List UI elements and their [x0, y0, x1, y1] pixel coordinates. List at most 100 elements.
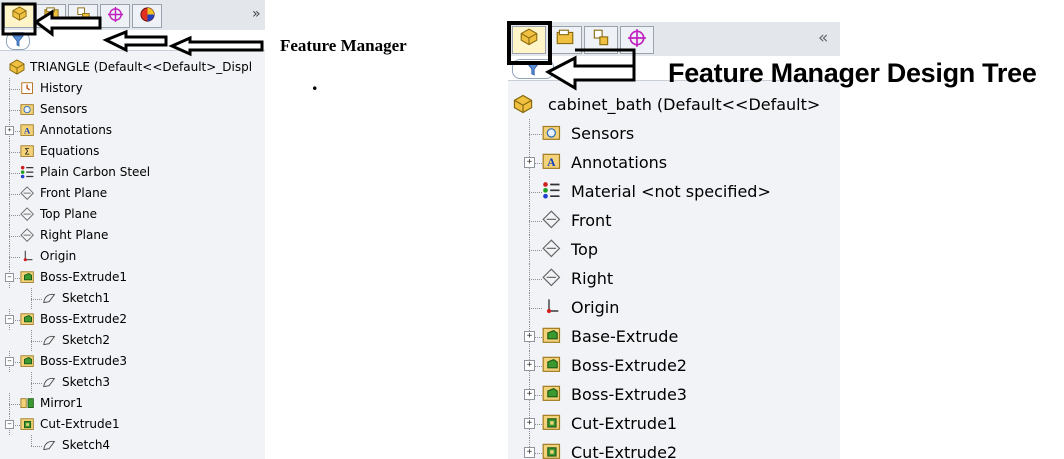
- filter-button[interactable]: [6, 32, 30, 50]
- tree-connector: [529, 250, 542, 251]
- tree-item[interactable]: + Cut-Extrude2: [508, 438, 840, 459]
- tree-item[interactable]: Top: [508, 235, 840, 264]
- expand-toggle[interactable]: +: [524, 360, 535, 371]
- tree-item[interactable]: + Boss-Extrude3: [508, 380, 840, 409]
- tree-item[interactable]: + A Annotations: [508, 148, 840, 177]
- tree-item[interactable]: Plain Carbon Steel: [0, 162, 265, 183]
- sensors-icon: [542, 123, 563, 144]
- tree-item[interactable]: Top Plane: [0, 204, 265, 225]
- tab-overflow-button[interactable]: »: [252, 6, 261, 22]
- tree-item[interactable]: Sketch1: [0, 288, 265, 309]
- mirror-icon: [20, 396, 36, 412]
- cut-extrude-icon: [542, 413, 563, 434]
- tree-item-label: Sketch4: [62, 438, 111, 452]
- tree-connector: [529, 279, 542, 280]
- tree-connector: [9, 225, 10, 246]
- extrude-icon: [20, 354, 36, 370]
- tree-item[interactable]: Front Plane: [0, 183, 265, 204]
- tree-connector: [529, 192, 542, 193]
- tab-featuremanager[interactable]: [4, 4, 34, 28]
- tree-item[interactable]: Sketch3: [0, 372, 265, 393]
- tree-connector: [9, 236, 20, 237]
- tree-item[interactable]: Sensors: [508, 119, 840, 148]
- tree-item-label: Top: [571, 240, 598, 259]
- tree-item[interactable]: Origin: [0, 246, 265, 267]
- tab-dimxpert[interactable]: [620, 26, 654, 54]
- part-icon: [512, 94, 534, 114]
- collapse-toggle[interactable]: −: [5, 357, 14, 366]
- tree-connector: [9, 152, 20, 153]
- tree-item-label: Equations: [40, 144, 100, 158]
- expand-toggle[interactable]: +: [524, 389, 535, 400]
- tree-item[interactable]: − Boss-Extrude1: [0, 267, 265, 288]
- plane-icon: [542, 268, 563, 289]
- tree-item[interactable]: + A Annotations: [0, 120, 265, 141]
- tree-item[interactable]: History: [0, 78, 265, 99]
- tree-item-label: Cut-Extrude1: [40, 417, 120, 431]
- configurationmanager-tab-icon: [591, 28, 611, 52]
- tree-item[interactable]: Material <not specified>: [508, 177, 840, 206]
- tree-item-label: Sensors: [40, 102, 88, 116]
- extrude-icon: [542, 326, 563, 347]
- tree-connector: [9, 173, 20, 174]
- expand-toggle[interactable]: +: [524, 157, 535, 168]
- tree-connector: [529, 119, 530, 148]
- tree-item[interactable]: Right: [508, 264, 840, 293]
- tree-connector: [31, 299, 42, 300]
- material-icon: [542, 181, 563, 202]
- tree-item[interactable]: + Base-Extrude: [508, 322, 840, 351]
- tree-item[interactable]: − Cut-Extrude1: [0, 414, 265, 435]
- tree-connector: [9, 89, 20, 90]
- expand-toggle[interactable]: +: [5, 126, 14, 135]
- plane-icon: [20, 207, 36, 223]
- tree-connector: [31, 446, 42, 447]
- tree-item-label: Annotations: [571, 153, 668, 172]
- tree-item-label: Boss-Extrude3: [571, 385, 687, 404]
- tree-item[interactable]: − Boss-Extrude3: [0, 351, 265, 372]
- tree-item-label: Cut-Extrude2: [571, 443, 678, 459]
- tab-featuremanager[interactable]: [512, 26, 546, 54]
- tree-item-label: Front Plane: [40, 186, 108, 200]
- tab-propertymanager[interactable]: [36, 4, 66, 28]
- expand-toggle[interactable]: +: [524, 447, 535, 458]
- tree-item[interactable]: Σ Equations: [0, 141, 265, 162]
- tree-item[interactable]: Sketch2: [0, 330, 265, 351]
- expand-toggle[interactable]: +: [524, 331, 535, 342]
- tree-item-label: Boss-Extrude2: [40, 312, 127, 326]
- tree-item-label: Material <not specified>: [571, 182, 771, 201]
- tree-item[interactable]: Sketch4: [0, 435, 265, 456]
- tree-item[interactable]: Right Plane: [0, 225, 265, 246]
- tree-item[interactable]: Sensors: [0, 99, 265, 120]
- caption-feature-manager: Feature Manager: [280, 36, 407, 55]
- tree-item[interactable]: + Boss-Extrude2: [508, 351, 840, 380]
- tree-item[interactable]: Front: [508, 206, 840, 235]
- tree-item[interactable]: Mirror1: [0, 393, 265, 414]
- tree-connector: [31, 383, 42, 384]
- part-icon: [8, 59, 26, 75]
- extrude-icon: [20, 312, 36, 328]
- equations-icon: Σ: [20, 144, 36, 160]
- tree-item[interactable]: + Cut-Extrude1: [508, 409, 840, 438]
- tab-configurationmanager[interactable]: [68, 4, 98, 28]
- collapse-toggle[interactable]: −: [5, 273, 14, 282]
- collapse-toggle[interactable]: −: [5, 315, 14, 324]
- tab-configurationmanager[interactable]: [584, 26, 618, 54]
- tree-root[interactable]: TRIANGLE (Default<<Default>_Displ: [0, 57, 265, 78]
- expand-toggle[interactable]: +: [524, 418, 535, 429]
- tree-connector: [9, 393, 10, 414]
- tab-dimxpert[interactable]: [100, 4, 130, 28]
- tab-propertymanager[interactable]: [548, 26, 582, 54]
- collapse-panel-button[interactable]: «: [818, 28, 828, 48]
- tree-item[interactable]: − Boss-Extrude2: [0, 309, 265, 330]
- tree-root[interactable]: cabinet_bath (Default<<Default>: [508, 90, 840, 119]
- plane-icon: [542, 239, 563, 260]
- tree-item[interactable]: Origin: [508, 293, 840, 322]
- tree-connector: [9, 110, 20, 111]
- filter-button[interactable]: [512, 59, 554, 79]
- filter-icon: [12, 35, 24, 47]
- tab-display-manager[interactable]: [132, 4, 162, 28]
- collapse-toggle[interactable]: −: [5, 420, 14, 429]
- tree-connector: [31, 372, 32, 393]
- filter-bar: [0, 30, 265, 51]
- tree-item-label: Boss-Extrude2: [571, 356, 687, 375]
